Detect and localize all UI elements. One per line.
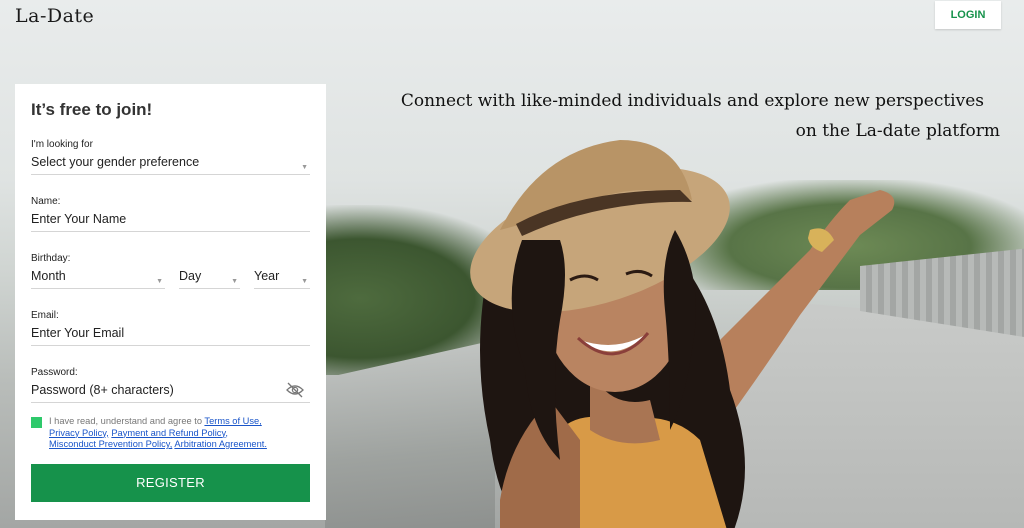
agree-prefix: I have read, understand and agree to [49,416,202,426]
hero-tagline: Connect with like-minded individuals and… [400,86,1000,146]
gender-preference-field: I'm looking for Select your gender prefe… [31,139,310,175]
agree-checkbox[interactable] [31,417,42,428]
password-input[interactable]: Password (8+ characters) [31,380,310,403]
birthday-month-select[interactable]: Month ▼ [31,266,165,289]
gender-preference-select[interactable]: Select your gender preference ▼ [31,152,310,175]
woman-photo [470,140,895,528]
password-placeholder: Password (8+ characters) [31,383,174,397]
gender-preference-value: Select your gender preference [31,155,200,169]
password-field: Password: Password (8+ characters) [31,367,310,403]
chevron-down-icon: ▼ [156,278,163,285]
name-field: Name: Enter Your Name [31,196,310,232]
tagline-line-2: on the La-date platform [795,121,1000,141]
terms-agreement: I have read, understand and agree to Ter… [31,416,310,451]
name-input[interactable]: Enter Your Name [31,209,310,232]
chevron-down-icon: ▼ [301,164,308,171]
eye-off-icon[interactable] [286,382,304,398]
name-label: Name: [31,196,61,207]
tagline-line-1: Connect with like-minded individuals and… [400,91,984,111]
login-button[interactable]: LOGIN [935,1,1001,29]
email-label: Email: [31,310,59,321]
registration-card: It’s free to join! I'm looking for Selec… [15,84,326,520]
birthday-year-value: Year [254,269,280,283]
privacy-policy-link[interactable]: Privacy Policy, [49,428,109,438]
email-field: Email: Enter Your Email [31,310,310,346]
password-label: Password: [31,367,78,378]
misconduct-policy-link[interactable]: Misconduct Prevention Policy, [49,439,172,449]
email-input[interactable]: Enter Your Email [31,323,310,346]
form-title: It’s free to join! [31,100,153,119]
gender-preference-label: I'm looking for [31,139,93,150]
birthday-day-value: Day [179,269,202,283]
birthday-label: Birthday: [31,253,71,264]
birthday-month-value: Month [31,269,66,283]
birthday-field: Birthday: Month ▼ Day ▼ Year ▼ [31,253,310,289]
chevron-down-icon: ▼ [231,278,238,285]
birthday-day-select[interactable]: Day ▼ [179,266,240,289]
chevron-down-icon: ▼ [301,278,308,285]
birthday-year-select[interactable]: Year ▼ [254,266,310,289]
register-button[interactable]: REGISTER [31,463,310,502]
refund-policy-link[interactable]: Payment and Refund Policy, [111,428,228,438]
site-logo[interactable]: La-Date [15,5,94,27]
arbitration-agreement-link[interactable]: Arbitration Agreement. [174,439,267,449]
terms-of-use-link[interactable]: Terms of Use, [204,416,261,426]
